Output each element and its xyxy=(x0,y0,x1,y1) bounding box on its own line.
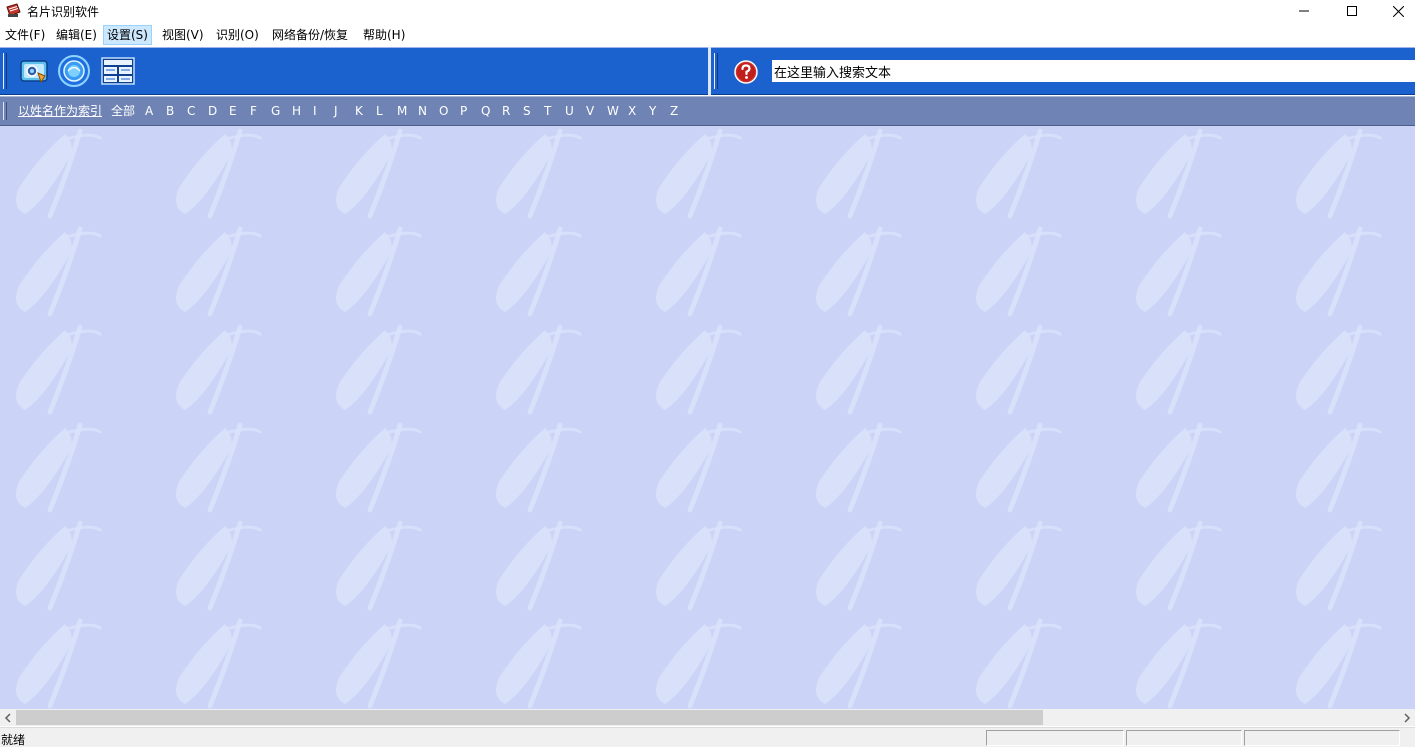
maximize-icon xyxy=(1347,6,1357,16)
index-letter-a[interactable]: A xyxy=(145,104,153,118)
index-letter-y[interactable]: Y xyxy=(649,104,656,118)
title-bar[interactable]: 名片识别软件 xyxy=(0,0,1415,23)
search-toolbar-grip[interactable] xyxy=(714,53,718,89)
chevron-right-icon xyxy=(1404,712,1411,723)
card-layout-button[interactable] xyxy=(100,54,136,88)
index-bar: 以姓名作为索引 全部 ABCDEFGHI J KLMNOPQRSTUVWXYZ xyxy=(0,96,1415,126)
minimize-icon xyxy=(1299,10,1309,12)
index-letter-h[interactable]: H xyxy=(292,104,301,118)
menu-file[interactable]: 文件(F) xyxy=(2,26,48,44)
globe-icon xyxy=(58,55,90,87)
horizontal-scrollbar[interactable] xyxy=(0,709,1415,726)
index-letter-n[interactable]: N xyxy=(418,104,427,118)
menu-view[interactable]: 视图(V) xyxy=(159,26,207,44)
index-letter-f[interactable]: F xyxy=(250,104,257,118)
window-title: 名片识别软件 xyxy=(27,5,100,19)
help-icon xyxy=(734,60,758,84)
toolbar-grip[interactable] xyxy=(3,53,7,89)
index-letter-c[interactable]: C xyxy=(187,104,195,118)
index-letter-x[interactable]: X xyxy=(628,104,636,118)
status-pane-2 xyxy=(1126,730,1242,746)
card-layout-icon xyxy=(101,57,135,85)
index-letter-d[interactable]: D xyxy=(208,104,217,118)
scan-card-button[interactable] xyxy=(16,54,52,88)
scroll-thumb[interactable] xyxy=(16,710,1043,725)
menu-recognize[interactable]: 识别(O) xyxy=(213,26,262,44)
close-button[interactable] xyxy=(1375,0,1415,22)
close-icon xyxy=(1392,5,1404,17)
card-list-area[interactable] xyxy=(0,126,1415,709)
menu-settings[interactable]: 设置(S) xyxy=(103,25,152,45)
index-letter-v[interactable]: V xyxy=(586,104,594,118)
scroll-left-button[interactable] xyxy=(0,709,16,726)
index-letter-j[interactable]: J xyxy=(334,104,338,118)
status-pane-1 xyxy=(986,730,1124,746)
scan-card-icon xyxy=(20,60,48,84)
menu-network-backup[interactable]: 网络备份/恢复 xyxy=(269,26,351,44)
index-letter-g[interactable]: G xyxy=(271,104,280,118)
index-letter-i[interactable]: I xyxy=(313,104,317,118)
index-letter-m[interactable]: M xyxy=(397,104,407,118)
index-letter-w[interactable]: W xyxy=(607,104,619,118)
index-letter-z[interactable]: Z xyxy=(670,104,678,118)
index-letter-u[interactable]: U xyxy=(565,104,574,118)
main-toolbar xyxy=(0,47,708,95)
index-letter-p[interactable]: P xyxy=(460,104,467,118)
index-all[interactable]: 全部 xyxy=(111,104,135,118)
index-letter-b[interactable]: B xyxy=(166,104,174,118)
index-letter-k[interactable]: K xyxy=(355,104,363,118)
status-bar: 就绪 xyxy=(0,727,1415,747)
maximize-button[interactable] xyxy=(1329,0,1375,22)
network-button[interactable] xyxy=(56,54,92,88)
menu-bar: 文件(F) 编辑(E) 设置(S) 视图(V) 识别(O) 网络备份/恢复 帮助… xyxy=(0,24,1415,46)
search-input[interactable] xyxy=(772,60,1415,82)
minimize-button[interactable] xyxy=(1281,0,1327,22)
background-pattern xyxy=(0,126,1415,709)
help-button[interactable] xyxy=(733,59,759,85)
index-letter-s[interactable]: S xyxy=(523,104,531,118)
chevron-left-icon xyxy=(4,712,11,723)
app-logo-icon xyxy=(5,3,22,18)
menu-edit[interactable]: 编辑(E) xyxy=(53,26,100,44)
index-letter-o[interactable]: O xyxy=(439,104,448,118)
index-letter-l[interactable]: L xyxy=(376,104,383,118)
index-letter-q[interactable]: Q xyxy=(481,104,490,118)
menu-help[interactable]: 帮助(H) xyxy=(360,26,408,44)
index-letter-e[interactable]: E xyxy=(229,104,237,118)
index-letter-t[interactable]: T xyxy=(544,104,551,118)
index-letter-r[interactable]: R xyxy=(502,104,510,118)
scroll-right-button[interactable] xyxy=(1399,709,1415,726)
index-bar-grip[interactable] xyxy=(3,102,7,120)
index-by-name-link[interactable]: 以姓名作为索引 xyxy=(18,104,102,118)
status-pane-3 xyxy=(1244,730,1400,746)
status-text: 就绪 xyxy=(1,733,26,747)
